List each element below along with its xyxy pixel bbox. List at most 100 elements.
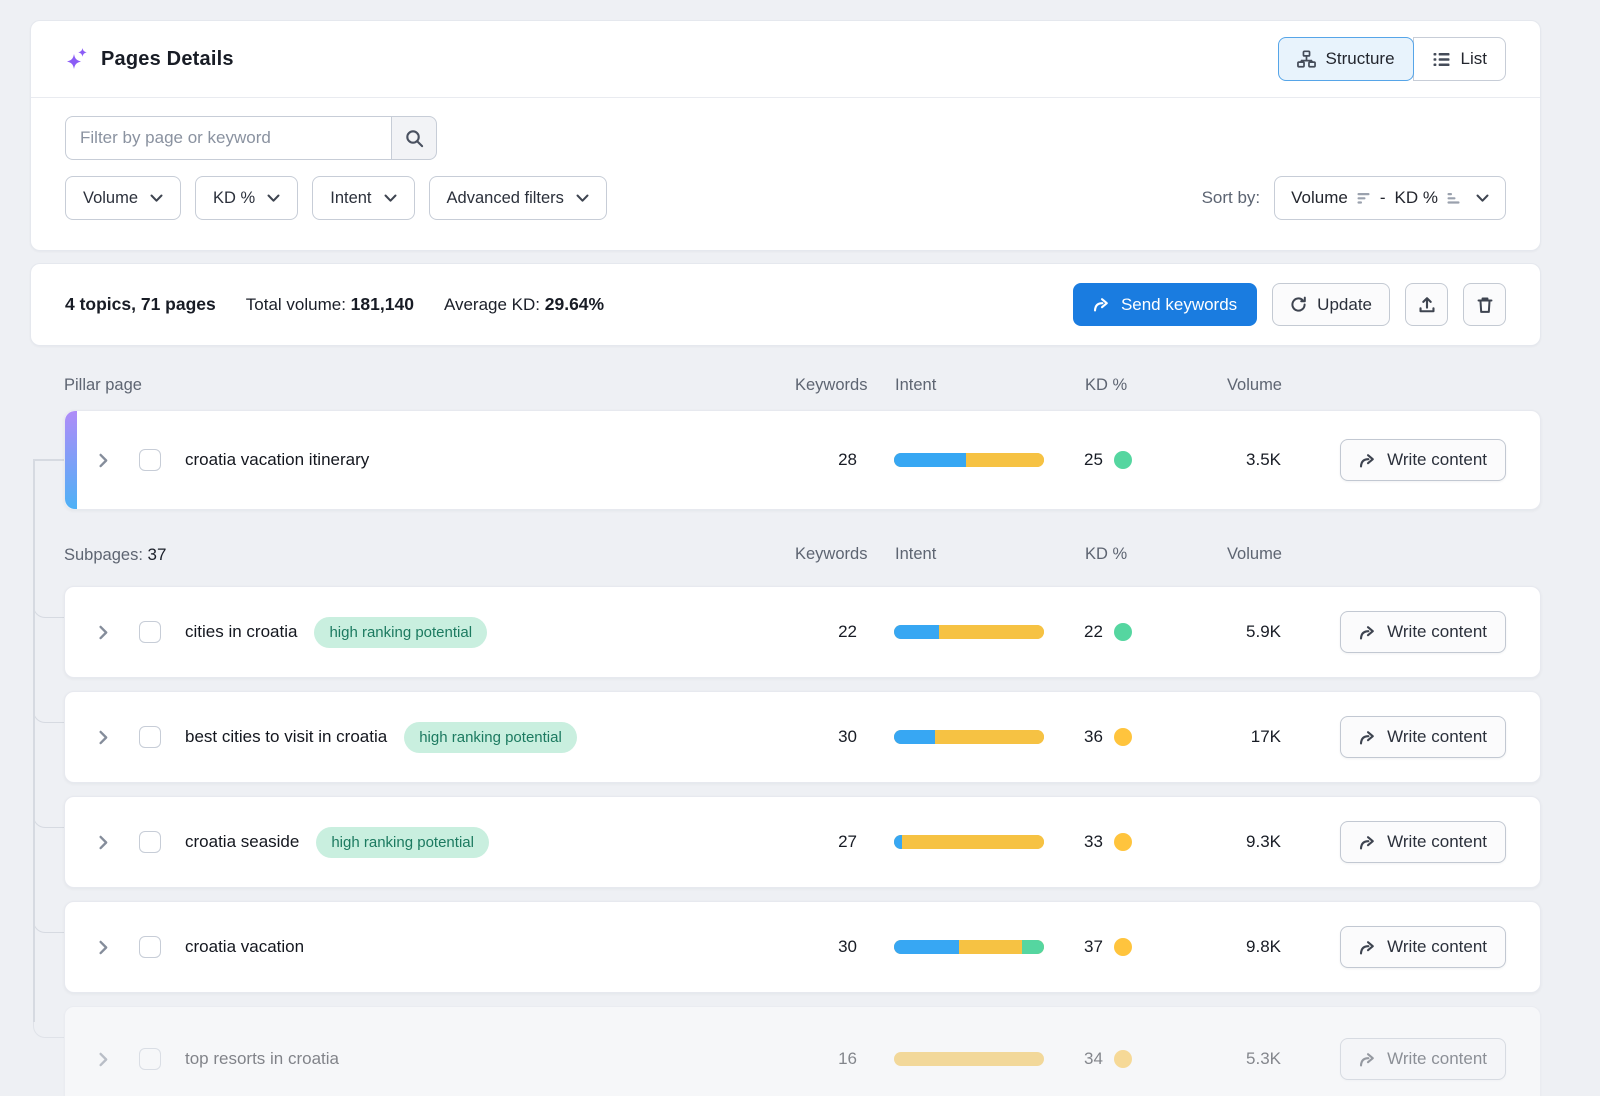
kd-column-header: KD % [1063,545,1181,564]
chevron-down-icon [150,194,163,203]
volume-value: 5.9K [1180,622,1281,642]
volume-value: 17K [1180,727,1281,747]
table-row: croatia seasidehigh ranking potential 27… [64,796,1541,888]
volume-value: 5.3K [1180,1049,1281,1069]
tree-connector [33,602,64,618]
write-content-button[interactable]: Write content [1340,1038,1506,1080]
kd-dot [1114,728,1132,746]
row-checkbox[interactable] [139,726,161,748]
page-title: Pages Details [101,48,234,71]
pages-details-panel: Pages Details Structure List [30,0,1541,1096]
row-checkbox[interactable] [139,936,161,958]
page-name: croatia seaside [185,832,299,852]
delete-button[interactable] [1463,283,1506,326]
forward-arrow-icon [1359,835,1376,850]
page-name: top resorts in croatia [185,1049,339,1069]
search-input[interactable] [65,116,391,160]
sort-ascending-icon [1447,193,1461,204]
table-row: croatia vacation 30 37 9.8K Write conten… [64,901,1541,993]
expand-row-button[interactable] [93,937,113,957]
view-toggle: Structure List [1278,37,1506,81]
average-kd-stat: Average KD: 29.64% [444,294,604,315]
summary-bar: 4 topics, 71 pages Total volume: 181,140… [30,263,1541,346]
keywords-count: 30 [794,727,857,747]
pillar-gradient-bar [65,411,77,509]
refresh-icon [1290,296,1307,313]
keywords-count: 28 [794,450,857,470]
intent-bar [894,730,1044,744]
sort-descending-icon [1357,193,1371,204]
kd-dot [1114,623,1132,641]
sort-by-label: Sort by: [1202,188,1261,208]
kd-value: 25 [1084,450,1103,470]
kd-value: 22 [1084,622,1103,642]
volume-column-header: Volume [1181,376,1282,395]
row-checkbox[interactable] [139,831,161,853]
chevron-down-icon [384,194,397,203]
kd-value: 33 [1084,832,1103,852]
topics-pages-count: 4 topics, 71 pages [65,294,216,315]
chevron-right-icon [98,940,109,955]
intent-bar [894,1052,1044,1066]
list-view-button[interactable]: List [1413,37,1506,81]
write-content-button[interactable]: Write content [1340,716,1506,758]
search-button[interactable] [391,116,437,160]
intent-filter-dropdown[interactable]: Intent [312,176,414,220]
intent-column-header: Intent [858,376,1063,395]
send-keywords-button[interactable]: Send keywords [1073,283,1257,326]
keywords-count: 30 [794,937,857,957]
total-volume-stat: Total volume: 181,140 [246,294,414,315]
tree-connector [33,459,64,461]
expand-row-button[interactable] [93,622,113,642]
update-button[interactable]: Update [1272,283,1390,326]
expand-row-button[interactable] [93,727,113,747]
chevron-right-icon [98,453,109,468]
expand-row-button[interactable] [93,832,113,852]
kd-dot [1114,1050,1132,1068]
search-icon [405,129,424,148]
intent-bar [894,625,1044,639]
intent-bar [894,453,1044,467]
upload-icon [1418,296,1436,314]
write-content-button[interactable]: Write content [1340,439,1506,481]
volume-filter-dropdown[interactable]: Volume [65,176,181,220]
kd-filter-dropdown[interactable]: KD % [195,176,298,220]
kd-dot [1114,938,1132,956]
chevron-right-icon [98,730,109,745]
advanced-filters-dropdown[interactable]: Advanced filters [429,176,607,220]
forward-arrow-icon [1093,297,1110,312]
export-button[interactable] [1405,283,1448,326]
forward-arrow-icon [1359,1052,1376,1067]
chevron-right-icon [98,1052,109,1067]
volume-value: 3.5K [1180,450,1281,470]
row-checkbox[interactable] [139,621,161,643]
subpages-count-label: Subpages: 37 [64,545,795,565]
keywords-count: 22 [794,622,857,642]
pages-table: Pillar page Keywords Intent KD % Volume … [64,360,1541,1096]
sort-select[interactable]: Volume - KD % [1274,176,1506,220]
intent-column-header: Intent [858,545,1063,564]
chevron-down-icon [267,194,280,203]
write-content-button[interactable]: Write content [1340,821,1506,863]
write-content-button[interactable]: Write content [1340,611,1506,653]
kd-column-header: KD % [1063,376,1181,395]
tree-connector [33,812,64,828]
high-ranking-potential-badge: high ranking potential [314,617,487,648]
tree-connector [33,460,35,1022]
expand-row-button[interactable] [93,1049,113,1069]
pillar-header-row: Pillar page Keywords Intent KD % Volume [64,360,1541,410]
high-ranking-potential-badge: high ranking potential [316,827,489,858]
row-checkbox[interactable] [139,1048,161,1070]
expand-row-button[interactable] [93,450,113,470]
list-icon [1432,50,1451,69]
filters-section: Volume KD % Intent Advanced filters Sort… [31,98,1540,250]
keywords-column-header: Keywords [795,376,858,395]
row-checkbox[interactable] [139,449,161,471]
tree-connector [33,1022,64,1038]
chevron-right-icon [98,625,109,640]
chevron-down-icon [576,194,589,203]
table-row: cities in croatiahigh ranking potential … [64,586,1541,678]
page-name: croatia vacation itinerary [185,450,369,470]
write-content-button[interactable]: Write content [1340,926,1506,968]
structure-view-button[interactable]: Structure [1278,37,1414,81]
